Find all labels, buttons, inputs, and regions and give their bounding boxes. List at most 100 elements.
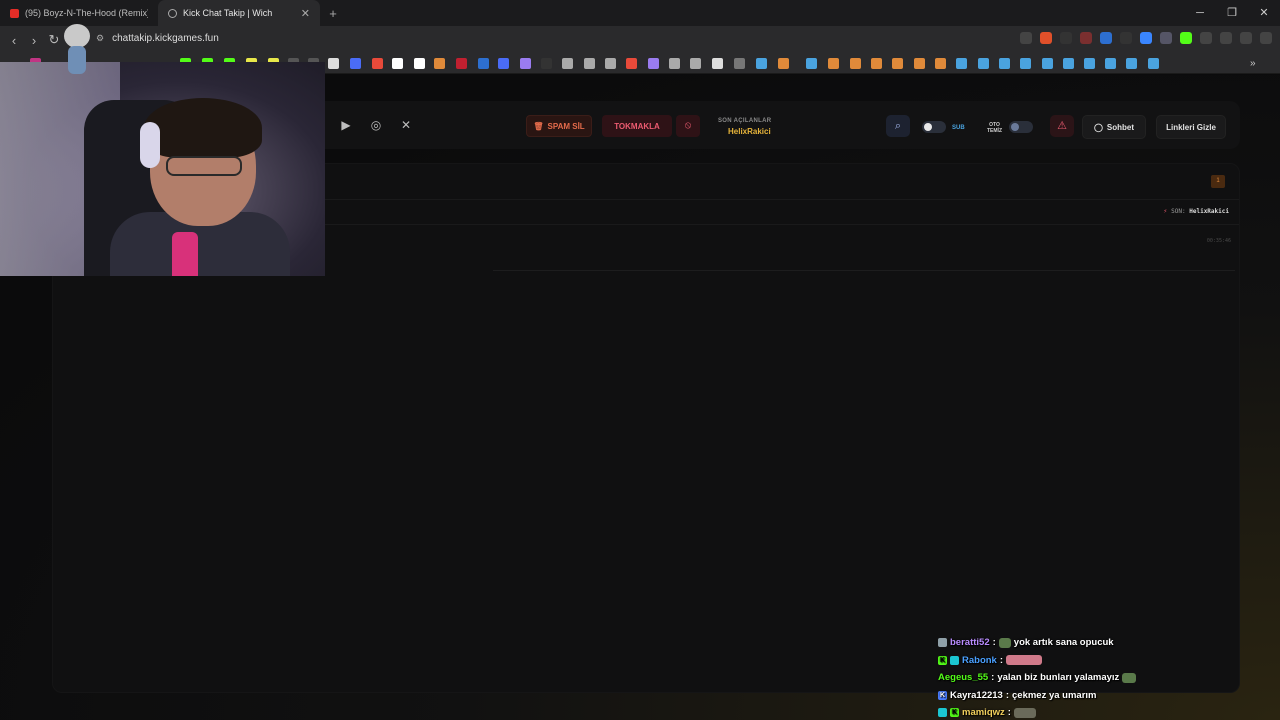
spam-sil-label: SPAM SİL [547,121,585,131]
reddit-icon[interactable] [626,58,637,69]
bookmark-icon[interactable] [892,58,903,69]
amazon-icon[interactable] [414,58,425,69]
extension-icon[interactable] [1060,32,1072,44]
more-bookmarks-icon[interactable]: » [1250,58,1261,69]
bookmark-icon[interactable] [350,58,361,69]
bookmark-icon[interactable] [828,58,839,69]
steam-icon[interactable] [1084,58,1095,69]
bookmark-icon[interactable] [648,58,659,69]
bookmark-icon[interactable] [935,58,946,69]
sohbet-button[interactable]: ◯ Sohbet [1082,115,1146,139]
new-tab-button[interactable]: + [320,6,346,21]
folder-icon[interactable] [734,58,745,69]
linkleri-gizle-button[interactable]: Linkleri Gizle [1156,115,1226,139]
bookmark-icon[interactable] [871,58,882,69]
site-info-icon[interactable]: ⚙ [96,33,104,44]
menu-icon[interactable] [1260,32,1272,44]
chat-username: beratti52 [950,637,990,649]
bookmark-icon[interactable] [605,58,616,69]
bookmark-icon[interactable] [778,58,789,69]
puzzle-icon[interactable] [1200,32,1212,44]
bookmark-icon[interactable] [520,58,531,69]
bookmark-icon[interactable] [498,58,509,69]
emote-icon [1013,707,1036,718]
steam-icon[interactable] [806,58,817,69]
steam-icon[interactable] [1020,58,1031,69]
sidebar-icon[interactable] [1220,32,1232,44]
lightning-icon: ⚡ [1163,208,1168,215]
bookmark-icon[interactable] [914,58,925,69]
warning-button[interactable]: ⚠ [1050,115,1074,137]
restore-icon[interactable]: ❐ [1216,0,1248,26]
badge-icon [938,708,947,718]
bookmark-icon[interactable] [669,58,680,69]
steam-icon[interactable] [999,58,1010,69]
tokmakla-button[interactable]: TOKMAKLA [602,115,672,137]
steam-icon[interactable] [978,58,989,69]
bookmark-icon[interactable] [712,58,723,69]
extension-icon[interactable] [1080,32,1092,44]
kick-icon[interactable] [1180,32,1192,44]
x-icon[interactable]: ✕ [398,117,414,133]
bookmark-icon[interactable] [456,58,467,69]
bookmark-icon[interactable] [690,58,701,69]
ban-icon: ⦸ [684,120,692,131]
steam-icon[interactable] [1042,58,1053,69]
tab-kick-chat[interactable]: Kick Chat Takip | Wich ✕ [158,0,320,26]
extension-icon[interactable] [1140,32,1152,44]
steam-icon[interactable] [956,58,967,69]
bookmark-icon[interactable] [584,58,595,69]
steam-icon[interactable] [756,58,767,69]
back-icon[interactable]: ‹ [4,33,24,48]
bookmark-icon[interactable] [434,58,445,69]
x-icon[interactable] [328,58,339,69]
reddit-icon[interactable] [372,58,383,69]
share-icon[interactable] [1020,32,1032,44]
bookmark-icon[interactable] [850,58,861,69]
son-indicator: ⚡ SON: HelixRakici [1164,208,1229,215]
badge-icon [938,638,947,648]
search-button[interactable]: ⌕ [886,115,910,137]
extension-icon[interactable] [1100,32,1112,44]
message-row: 00:35:46 [493,227,1235,271]
bookmark-icon[interactable] [562,58,573,69]
sub-toggle[interactable] [922,121,946,133]
bookmark-icon[interactable] [541,58,552,69]
youtube-icon[interactable]: ▶ [338,117,354,133]
glasses [166,156,242,176]
oto-temiz-toggle[interactable] [1009,121,1033,133]
bookmark-icon[interactable] [478,58,489,69]
microphone [172,232,198,276]
close-window-icon[interactable]: ✕ [1248,0,1280,26]
linkleri-gizle-label: Linkleri Gizle [1166,122,1216,132]
oto-temiz-label: OTO TEMİZ [987,122,1002,134]
extension-icon[interactable] [1120,32,1132,44]
minimize-icon[interactable]: ─ [1184,0,1216,26]
tab-youtube[interactable]: (95) Boyz-N-The-Hood (Remix) - [0,0,158,26]
temiz-label: TEMİZ [987,128,1002,134]
close-tab-icon[interactable]: ✕ [301,7,310,20]
music-icon[interactable] [1240,32,1252,44]
reload-icon[interactable]: ↻ [44,32,64,48]
extension-icon[interactable] [1160,32,1172,44]
character-sticker [62,24,92,84]
message-count-badge: 1 [1211,175,1225,188]
steam-icon[interactable] [1126,58,1137,69]
chat-message: K Rabonk : [938,652,1280,670]
brave-shield-icon[interactable] [1040,32,1052,44]
emote-icon [1122,672,1137,683]
steam-icon[interactable] [1148,58,1159,69]
spam-sil-button[interactable]: 🗑 SPAM SİL [526,115,592,137]
steam-icon[interactable] [1063,58,1074,69]
forward-icon[interactable]: › [24,33,44,48]
ban-button[interactable]: ⦸ [676,115,700,137]
steam-icon[interactable] [1105,58,1116,69]
kick-badge-icon: K [938,655,947,665]
bookmark-icon[interactable] [392,58,403,69]
chat-message: beratti52 : yok artık sana opucuk [938,634,1280,652]
instagram-icon[interactable]: ◎ [368,117,384,133]
chat-separator: : [999,654,1004,666]
toggle-knob [924,123,932,131]
chat-username: Kayra12213 [950,689,1003,701]
url-field[interactable]: ⚙ chattakip.kickgames.fun [96,33,219,44]
